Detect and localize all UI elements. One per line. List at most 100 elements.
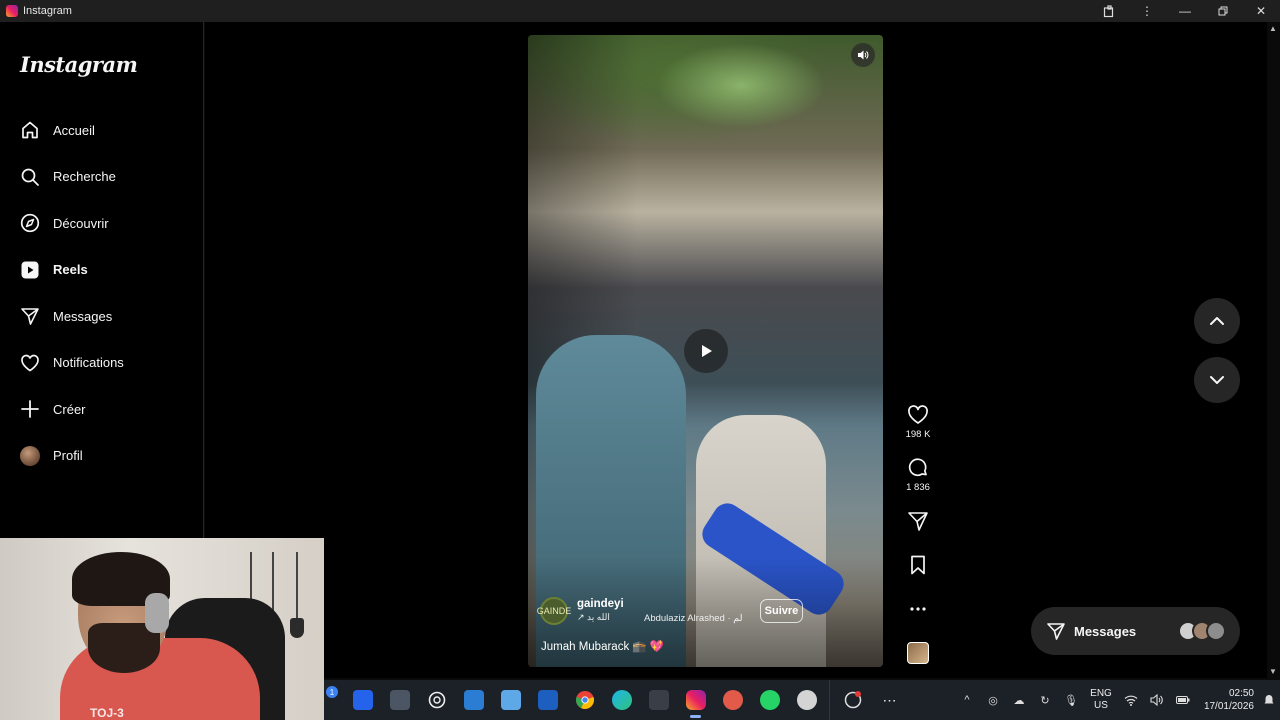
chrome-profile-icon xyxy=(722,690,743,710)
previous-reel-button[interactable] xyxy=(1194,298,1240,344)
instagram-logo[interactable]: Instagram xyxy=(20,52,138,77)
window-title: Instagram xyxy=(23,5,72,17)
sidebar-item-profile[interactable]: Profil xyxy=(0,433,204,480)
language-line: ENG xyxy=(1090,688,1112,699)
tray-app-icon[interactable]: ◎ xyxy=(980,680,1006,720)
obs-icon xyxy=(796,690,817,710)
calculator-icon xyxy=(648,690,669,710)
messages-pill[interactable]: Messages xyxy=(1031,607,1240,655)
instagram-icon xyxy=(685,690,706,710)
sidebar-item-home[interactable]: Accueil xyxy=(0,107,204,154)
minimize-button[interactable]: — xyxy=(1166,0,1204,22)
clock-time: 02:50 xyxy=(1228,688,1254,699)
taskbar-app-edge[interactable] xyxy=(603,680,640,720)
word-icon xyxy=(537,690,558,710)
play-button[interactable] xyxy=(684,329,728,373)
language-line: US xyxy=(1094,700,1108,711)
reel-video[interactable]: GAINDE gaindeyi ↗ الله يد Abdulaziz Alra… xyxy=(528,35,883,667)
sidebar-item-label: Recherche xyxy=(53,169,116,185)
audio-thumbnail[interactable] xyxy=(896,642,940,664)
taskbar-app-chatgpt[interactable] xyxy=(418,680,455,720)
reel-author: GAINDE gaindeyi ↗ الله يد xyxy=(537,597,624,625)
onedrive-icon[interactable]: ☁ xyxy=(1006,680,1032,720)
notification-badge: 1 xyxy=(326,686,338,698)
comment-action[interactable]: 1 836 xyxy=(896,457,940,510)
sidebar-item-label: Créer xyxy=(53,401,86,417)
sync-icon[interactable]: ↻ xyxy=(1032,680,1058,720)
taskbar-app-obs[interactable] xyxy=(788,680,825,720)
page-scrollbar[interactable]: ▲ ▼ xyxy=(1267,22,1280,678)
battery-icon[interactable] xyxy=(1170,680,1196,720)
chevron-up-icon xyxy=(1210,317,1224,325)
sidebar-nav: Accueil Recherche Découvrir Reels Messag… xyxy=(0,107,204,479)
share-action[interactable] xyxy=(896,510,940,554)
sidebar-item-label: Notifications xyxy=(53,355,124,371)
author-subtitle: ↗ الله يد xyxy=(577,612,610,622)
save-action[interactable] xyxy=(896,554,940,598)
volume-button[interactable] xyxy=(851,43,875,67)
zc-app-icon xyxy=(389,690,410,710)
sidebar-item-reels[interactable]: Reels xyxy=(0,247,204,294)
sidebar-item-create[interactable]: Créer xyxy=(0,386,204,433)
taskbar-app-chrome[interactable] xyxy=(566,680,603,720)
comment-icon xyxy=(908,458,927,477)
clock[interactable]: 02:50 17/01/2026 xyxy=(1196,687,1254,713)
like-action[interactable]: 198 K xyxy=(896,404,940,457)
chevron-down-icon xyxy=(1210,376,1224,384)
audio-thumbnail-image xyxy=(907,642,929,664)
sidebar-item-explore[interactable]: Découvrir xyxy=(0,200,204,247)
more-action[interactable] xyxy=(896,598,940,642)
taskbar-app-instagram[interactable] xyxy=(677,680,714,720)
close-button[interactable]: ✕ xyxy=(1242,0,1280,22)
wifi-icon[interactable] xyxy=(1118,680,1144,720)
share-icon xyxy=(908,512,928,531)
sidebar-item-notifications[interactable]: Notifications xyxy=(0,340,204,387)
taskbar-badge-app[interactable]: 1 xyxy=(324,680,344,720)
author-name[interactable]: gaindeyi xyxy=(577,598,624,611)
extensions-icon[interactable] xyxy=(1090,0,1128,22)
chrome-icon xyxy=(575,691,594,709)
taskbar-app-word[interactable] xyxy=(529,680,566,720)
taskbar: 1 ⋯ ^ ◎ ☁ ↻ 🎙 ENG US 02:50 17/01/2026 xyxy=(324,680,1280,720)
taskbar-app-pen[interactable] xyxy=(344,680,381,720)
next-reel-button[interactable] xyxy=(1194,357,1240,403)
more-menu-icon[interactable]: ⋮ xyxy=(1128,0,1166,22)
mail-icon xyxy=(463,690,484,710)
sidebar: Instagram Accueil Recherche Découvrir Re… xyxy=(0,22,204,538)
more-icon xyxy=(910,607,926,611)
taskbar-app-zc[interactable] xyxy=(381,680,418,720)
sidebar-item-search[interactable]: Recherche xyxy=(0,154,204,201)
tray-chevron-up-icon[interactable]: ^ xyxy=(954,680,980,720)
webcam-lamp xyxy=(290,618,304,638)
volume-icon xyxy=(858,50,869,60)
taskbar-app-calculator[interactable] xyxy=(640,680,677,720)
taskbar-separator xyxy=(829,680,830,720)
speaker-icon[interactable] xyxy=(1144,680,1170,720)
taskbar-app-recording[interactable] xyxy=(834,680,871,720)
restore-button[interactable] xyxy=(1204,0,1242,22)
taskbar-overflow-button[interactable]: ⋯ xyxy=(871,680,908,720)
profile-avatar xyxy=(20,445,40,466)
follow-button[interactable]: Suivre xyxy=(760,599,803,623)
taskbar-app-chrome-profile[interactable] xyxy=(714,680,751,720)
edge-icon xyxy=(611,690,632,710)
reel-caption: Jumah Mubarack 🕋 💖 xyxy=(541,641,665,653)
scroll-down-arrow[interactable]: ▼ xyxy=(1269,667,1277,676)
messages-icon xyxy=(1047,623,1065,640)
sidebar-item-label: Profil xyxy=(53,448,83,464)
sidebar-item-messages[interactable]: Messages xyxy=(0,293,204,340)
system-tray: ^ ◎ ☁ ↻ 🎙 ENG US 02:50 17/01/2026 xyxy=(954,680,1280,720)
taskbar-app-whatsapp[interactable] xyxy=(751,680,788,720)
compass-icon xyxy=(20,213,40,233)
audio-attribution[interactable]: Abdulaziz Alrashed · لم xyxy=(644,613,742,624)
taskbar-app-notepad[interactable] xyxy=(492,680,529,720)
notification-center-icon[interactable] xyxy=(1258,680,1280,720)
plus-icon xyxy=(20,399,40,419)
language-indicator[interactable]: ENG US xyxy=(1084,688,1118,712)
taskbar-app-mail[interactable] xyxy=(455,680,492,720)
microphone-icon[interactable]: 🎙 xyxy=(1058,680,1084,720)
reels-icon xyxy=(20,260,40,280)
scroll-up-arrow[interactable]: ▲ xyxy=(1269,24,1277,33)
author-avatar[interactable]: GAINDE xyxy=(537,597,571,625)
whatsapp-icon xyxy=(759,690,780,710)
